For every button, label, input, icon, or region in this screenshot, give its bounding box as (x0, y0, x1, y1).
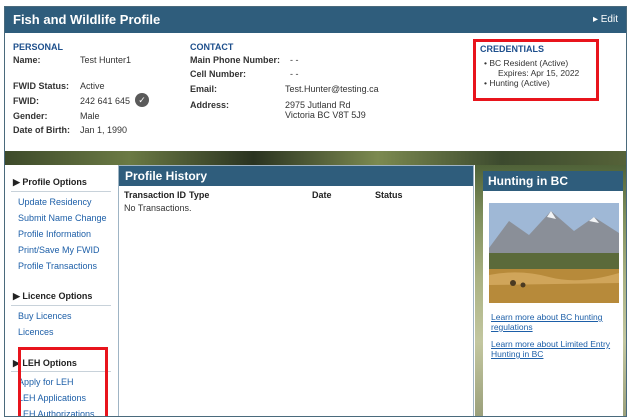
bc-hunting-regulations-link[interactable]: Learn more about BC hunting regulations (491, 312, 619, 332)
name-label: Name: (13, 55, 41, 65)
email-value: Test.Hunter@testing.ca (285, 84, 379, 94)
address-line2: Victoria BC V8T 5J9 (285, 110, 366, 120)
profile-options-heading: ▶ Profile Options (13, 177, 87, 187)
profile-summary: PERSONAL Name: Test Hunter1 FWID Status:… (5, 33, 626, 151)
landscape-image (489, 203, 619, 303)
name-value: Test Hunter1 (80, 55, 132, 65)
fwid-label: FWID: (13, 96, 39, 106)
print-save-fwid-link[interactable]: Print/Save My FWID (18, 245, 100, 255)
window-title: Fish and Wildlife Profile (13, 12, 161, 27)
column-status: Status (375, 190, 403, 200)
main-phone-value: - - (290, 55, 299, 65)
credential-item: • Hunting (Active) (484, 78, 550, 88)
gender-label: Gender: (13, 111, 48, 121)
profile-history-title: Profile History (119, 166, 473, 186)
divider (11, 305, 111, 306)
decorative-banner (5, 151, 626, 165)
credentials-list: • BC Resident (Active) Expires: Apr 15, … (484, 58, 579, 88)
divider (11, 191, 111, 192)
licences-link[interactable]: Licences (18, 327, 54, 337)
title-bar: Fish and Wildlife Profile ▸ Edit (5, 7, 626, 33)
profile-history-panel: Profile History Transaction ID Type Date… (118, 165, 474, 416)
column-type: Type (189, 190, 210, 200)
fwid-status-value: Active (80, 81, 105, 91)
empty-state-text: No Transactions. (124, 203, 192, 213)
fwid-status-label: FWID Status: (13, 81, 69, 91)
cell-label: Cell Number: (190, 69, 247, 79)
fwid-value: 242 641 645 (80, 96, 131, 106)
address-label: Address: (190, 100, 230, 110)
hunting-sidebar: Hunting in BC Learn more about BC huntin… (475, 165, 626, 416)
verified-check-icon: ✓ (135, 93, 149, 107)
limited-entry-hunting-link[interactable]: Learn more about Limited Entry Hunting i… (491, 339, 619, 359)
profile-information-link[interactable]: Profile Information (18, 229, 91, 239)
main-phone-label: Main Phone Number: (190, 55, 281, 65)
buy-licences-link[interactable]: Buy Licences (18, 311, 72, 321)
hunting-panel: Hunting in BC Learn more about BC huntin… (483, 171, 623, 416)
credential-expiry: Expires: Apr 15, 2022 (498, 68, 580, 78)
leh-options-highlight (18, 347, 108, 416)
cell-value: - - (290, 69, 299, 79)
personal-heading: PERSONAL (13, 42, 64, 52)
profile-window: Fish and Wildlife Profile ▸ Edit PERSONA… (4, 6, 627, 417)
credentials-heading: CREDENTIALS (480, 44, 545, 54)
column-transaction-id: Transaction ID (124, 190, 187, 200)
column-date: Date (312, 190, 332, 200)
gender-value: Male (80, 111, 100, 121)
contact-heading: CONTACT (190, 42, 234, 52)
licence-options-heading: ▶ Licence Options (13, 291, 93, 301)
dob-value: Jan 1, 1990 (80, 125, 128, 135)
dob-label: Date of Birth: (13, 125, 70, 135)
credentials-highlight: CREDENTIALS • BC Resident (Active) Expir… (473, 39, 599, 101)
profile-transactions-link[interactable]: Profile Transactions (18, 261, 97, 271)
hunting-title: Hunting in BC (483, 171, 623, 191)
update-residency-link[interactable]: Update Residency (18, 197, 92, 207)
edit-link[interactable]: ▸ Edit (593, 14, 618, 25)
email-label: Email: (190, 84, 218, 94)
submit-name-change-link[interactable]: Submit Name Change (18, 213, 107, 223)
credential-item: • BC Resident (Active) (484, 58, 569, 68)
address-line1: 2975 Jutland Rd (285, 100, 351, 110)
